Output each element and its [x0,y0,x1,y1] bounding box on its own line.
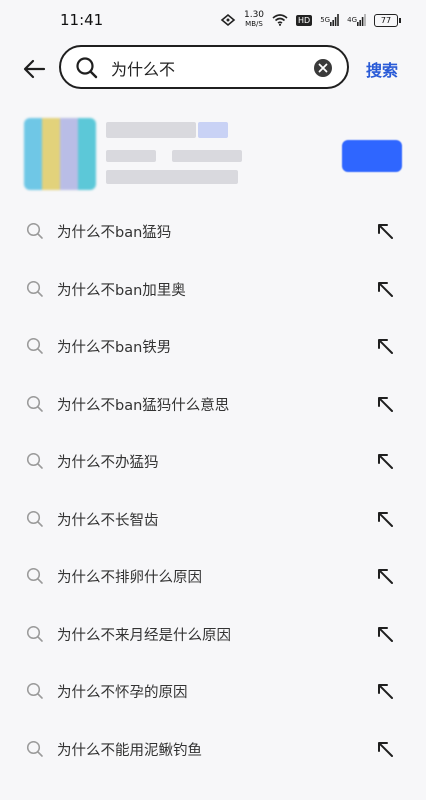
suggestion-label: 为什么不ban猛犸 [57,225,172,241]
fill-query-arrow-icon[interactable] [376,337,394,355]
suggestion-label: 为什么不ban加里奥 [57,282,186,299]
ad-desc-placeholder [106,170,238,184]
suggestion-label: 为什么不怀孕的原因 [57,685,188,701]
search-button[interactable]: 搜索 [366,57,398,81]
ad-banner[interactable] [0,108,426,200]
fill-query-arrow-icon[interactable] [376,567,394,585]
suggestion-label: 为什么不ban铁男 [57,340,172,356]
wifi-icon [272,13,288,27]
search-icon [26,395,44,413]
fill-query-arrow-icon[interactable] [376,280,394,298]
ad-thumbnail [24,118,96,190]
fill-query-arrow-icon[interactable] [376,625,394,643]
suggestion-item[interactable]: 为什么不来月经是什么原因 [0,605,426,663]
search-icon [26,510,44,528]
search-input[interactable] [109,55,313,81]
status-icons: 1.30 MB/S HD 5G 4G 77 [220,10,401,29]
signal-4g-icon: 4G [347,13,366,27]
search-icon [26,280,44,298]
status-time: 11:41 [60,11,104,29]
fill-query-arrow-icon[interactable] [376,395,394,413]
signal-5g-icon: 5G [320,13,339,27]
suggestion-label: 为什么不排卵什么原因 [57,570,202,586]
suggestion-list: 为什么不ban猛犸 为什么不ban加里奥 为什么不ban铁男 为什么不ban猛犸… [0,202,426,777]
suggestion-item[interactable]: 为什么不长智齿 [0,490,426,548]
search-icon [26,452,44,470]
suggestion-item[interactable]: 为什么不办猛犸 [0,432,426,490]
ad-tag-placeholder [198,122,228,138]
ad-cta-button[interactable] [342,140,402,172]
search-box[interactable] [59,45,349,89]
suggestion-item[interactable]: 为什么不ban猛犸什么意思 [0,375,426,433]
ad-meta-placeholder [106,150,156,162]
search-icon [75,56,99,80]
search-icon [26,625,44,643]
status-bar: 11:41 1.30 MB/S HD 5G 4G 77 [0,0,426,40]
search-header: 搜索 [0,44,426,94]
suggestion-label: 为什么不办猛犸 [57,455,159,471]
fill-query-arrow-icon[interactable] [376,740,394,758]
suggestion-label: 为什么不能用泥鳅钓鱼 [57,742,202,759]
suggestion-label: 为什么不ban猛犸什么意思 [57,397,230,414]
suggestion-item[interactable]: 为什么不ban加里奥 [0,260,426,318]
nfc-icon [220,13,236,27]
search-icon [26,740,44,758]
suggestion-item[interactable]: 为什么不ban铁男 [0,317,426,375]
suggestion-item[interactable]: 为什么不ban猛犸 [0,202,426,260]
network-speed: 1.30 MB/S [243,10,265,29]
suggestion-item[interactable]: 为什么不排卵什么原因 [0,547,426,605]
fill-query-arrow-icon[interactable] [376,222,394,240]
ad-title-placeholder [106,122,196,138]
search-icon [26,682,44,700]
back-arrow-icon[interactable] [22,56,48,82]
suggestion-label: 为什么不来月经是什么原因 [57,627,231,644]
suggestion-item[interactable]: 为什么不能用泥鳅钓鱼 [0,720,426,778]
fill-query-arrow-icon[interactable] [376,510,394,528]
fill-query-arrow-icon[interactable] [376,682,394,700]
search-icon [26,567,44,585]
fill-query-arrow-icon[interactable] [376,452,394,470]
ad-meta-placeholder [172,150,242,162]
search-icon [26,337,44,355]
search-icon [26,222,44,240]
suggestion-item[interactable]: 为什么不怀孕的原因 [0,662,426,720]
hd-badge: HD [296,14,313,26]
clear-icon[interactable] [313,58,333,78]
battery-icon: 77 [374,13,401,27]
suggestion-label: 为什么不长智齿 [57,512,159,529]
